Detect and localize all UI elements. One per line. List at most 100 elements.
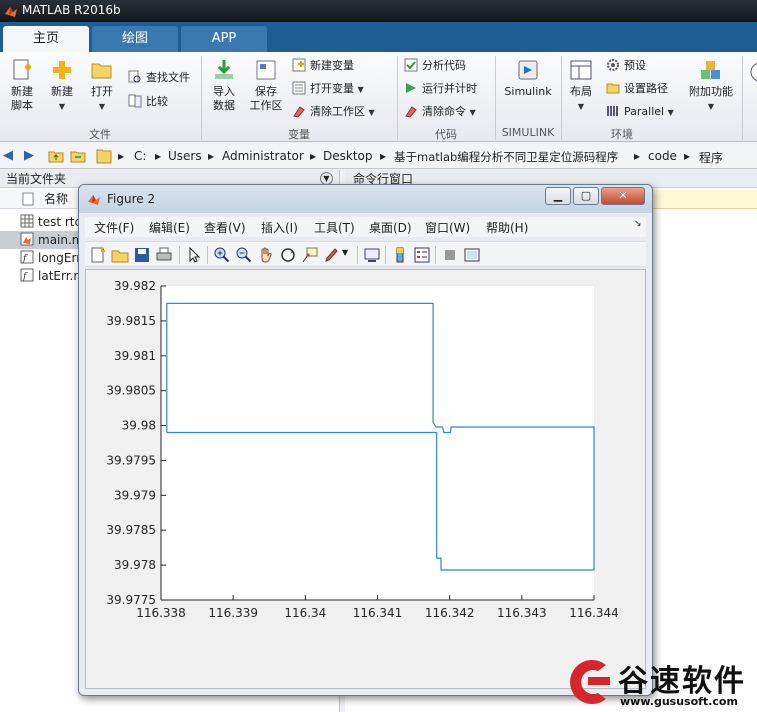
group-code-label: 代码 [435, 128, 457, 141]
breadcrumb-item[interactable]: code [648, 149, 677, 163]
close-icon: ✕ [618, 189, 628, 202]
clear-workspace-button[interactable]: 清除工作区 ▼ [292, 103, 375, 121]
print-icon[interactable] [155, 246, 173, 264]
parallel-button[interactable]: Parallel ▼ [606, 103, 674, 121]
import-icon [215, 60, 233, 79]
group-simulink-label: SIMULINK [501, 126, 555, 139]
tab-apps[interactable]: APP [181, 26, 267, 52]
y-tick-label: 39.98 [122, 419, 156, 433]
y-tick-label: 39.9815 [106, 314, 156, 328]
colorbar-icon[interactable] [391, 246, 409, 264]
tab-plots[interactable]: 绘图 [92, 26, 178, 52]
zoom-out-icon[interactable] [235, 246, 253, 264]
file-item[interactable]: f latErr.m [20, 267, 85, 285]
zoom-in-icon[interactable] [213, 246, 231, 264]
address-bar: ◀ ▶ ▸ C: ▸ Users ▸ Administrator ▸ Deskt… [0, 143, 757, 169]
brush-icon[interactable] [323, 246, 341, 264]
menu-help[interactable]: 帮助(H) [486, 219, 528, 236]
dropdown-arrow-icon: ▼ [58, 102, 66, 111]
addons-button[interactable]: 附加功能 ▼ [686, 58, 736, 114]
watermark: 谷速软件 www.gususoft.com [560, 653, 757, 712]
file-item[interactable]: test rtc [20, 213, 81, 231]
new-script-button[interactable]: 新建 脚本 [4, 58, 40, 113]
browse-folder-icon[interactable] [70, 148, 86, 164]
layout-label: 布局 [570, 85, 592, 98]
open-file-icon[interactable] [111, 246, 129, 264]
brush-dropdown-icon[interactable]: ▼ [342, 248, 348, 257]
run-and-time-button[interactable]: 运行并计时 [404, 80, 477, 98]
breadcrumb-item[interactable]: Users [168, 149, 202, 163]
new-variable-button[interactable]: 新建变量 [292, 57, 354, 75]
find-files-label: 查找文件 [146, 71, 190, 84]
breadcrumb-separator: ▸ [118, 149, 125, 163]
link-plot-icon[interactable] [363, 246, 381, 264]
preferences-button[interactable]: 预设 [606, 57, 646, 75]
addons-cubes-icon [701, 61, 720, 79]
breadcrumb-item[interactable]: Administrator [222, 149, 304, 163]
file-name: test rtc [38, 215, 82, 229]
line-plot[interactable]: 116.338 116.339 116.34 116.341 116.342 116.34… [86, 270, 645, 688]
import-data-button[interactable]: 导入 数据 [206, 58, 242, 113]
gear-icon [607, 59, 619, 71]
open-variable-button[interactable]: 打开变量 ▼ [292, 80, 364, 98]
menu-file[interactable]: 文件(F) [94, 219, 134, 236]
menu-tools[interactable]: 工具(T) [314, 219, 355, 236]
breadcrumb-item[interactable]: C: [134, 149, 146, 163]
minimize-button[interactable]: ▁ [545, 187, 571, 205]
toolbar-divider [385, 246, 386, 264]
save-workspace-button[interactable]: 保存 工作区 [246, 58, 286, 113]
menu-edit[interactable]: 编辑(E) [149, 219, 190, 236]
breadcrumb-item[interactable]: Desktop [323, 149, 373, 163]
menu-desktop[interactable]: 桌面(D) [369, 219, 412, 236]
menu-window[interactable]: 窗口(W) [425, 219, 470, 236]
layout-button[interactable]: 布局 ▼ [564, 58, 598, 114]
maximize-button[interactable]: ▢ [573, 187, 599, 205]
pan-hand-icon[interactable] [257, 246, 275, 264]
breadcrumb-item[interactable]: 程序 [699, 149, 723, 166]
function-file-icon: f [20, 250, 34, 264]
back-arrow-icon[interactable]: ◀ [3, 148, 19, 164]
figure-canvas[interactable]: 116.338 116.339 116.34 116.341 116.342 116.34… [85, 269, 646, 689]
close-button[interactable]: ✕ [601, 187, 645, 205]
clear-workspace-label: 清除工作区 [310, 105, 365, 118]
forward-arrow-icon[interactable]: ▶ [24, 148, 40, 164]
toolbar-divider [179, 246, 180, 264]
rotate-3d-icon[interactable] [279, 246, 297, 264]
legend-icon[interactable] [413, 246, 431, 264]
new-variable-icon [292, 58, 306, 72]
help-resources-button[interactable] [748, 60, 757, 87]
set-path-button[interactable]: 设置路径 [606, 80, 668, 98]
find-files-button[interactable]: 查找文件 [128, 69, 190, 87]
save-workspace-label: 保存 工作区 [249, 85, 283, 112]
ribbon: 新建 脚本 新建 ▼ 打开 ▼ 查找文件 比较 文件 导入 数据 保存 工作区 新建… [0, 52, 757, 142]
menu-insert[interactable]: 插入(I) [261, 219, 298, 236]
find-files-icon [128, 70, 141, 83]
clear-workspace-icon [293, 106, 305, 118]
pointer-icon[interactable] [185, 246, 203, 264]
breadcrumb-item[interactable]: 基于matlab编程分析不同卫星定位源码程序 [394, 149, 618, 165]
y-tick-label: 39.9795 [106, 453, 156, 467]
root-folder-icon[interactable] [96, 147, 112, 165]
compare-button[interactable]: 比较 [128, 93, 168, 111]
simulink-button[interactable]: Simulink [500, 58, 556, 99]
data-cursor-icon[interactable] [301, 246, 319, 264]
save-icon[interactable] [133, 246, 151, 264]
save-workspace-icon [256, 60, 276, 80]
new-figure-icon[interactable] [89, 246, 107, 264]
up-folder-icon[interactable] [48, 148, 64, 164]
dropdown-arrow-icon: ▼ [357, 85, 364, 94]
app-title: MATLAB R2016b [22, 3, 121, 17]
new-button[interactable]: 新建 ▼ [44, 58, 80, 114]
menu-view[interactable]: 查看(V) [204, 219, 246, 236]
name-column-header[interactable]: 名称 [44, 189, 68, 209]
open-variable-label: 打开变量 [310, 82, 354, 95]
show-plot-tools-icon[interactable] [463, 246, 481, 264]
y-tick-label: 39.978 [114, 558, 156, 572]
open-button[interactable]: 打开 ▼ [84, 58, 120, 114]
tab-home[interactable]: 主页 [3, 26, 89, 52]
file-name: main.m [38, 233, 84, 247]
analyze-code-button[interactable]: 分析代码 [404, 57, 466, 75]
hide-plot-tools-icon[interactable] [441, 246, 459, 264]
menubar-overflow-icon[interactable]: ↘ [634, 219, 642, 229]
clear-commands-button[interactable]: 清除命令 ▼ [404, 103, 476, 121]
